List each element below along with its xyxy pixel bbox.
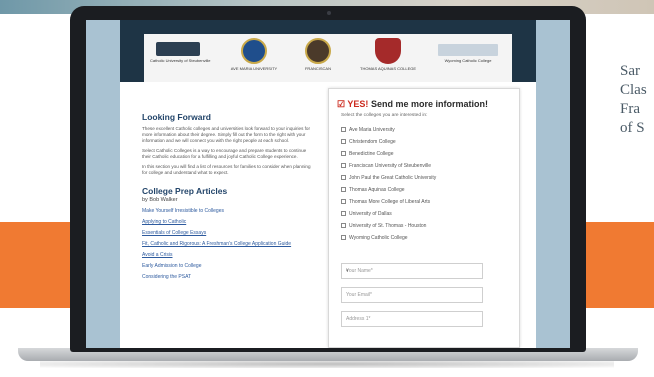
side-text-line: Clas [620, 82, 647, 98]
address-field-placeholder: Address 1* [346, 316, 371, 322]
email-field[interactable]: Your Email* [341, 287, 483, 303]
college-option-label: Franciscan University of Steubenville [349, 163, 431, 169]
college-option-label: University of St. Thomas - Houston [349, 223, 427, 229]
college-option-label: Christendom College [349, 139, 396, 145]
section-heading: Looking Forward [142, 112, 211, 122]
info-request-form: ☑ YES! Send me more information! Select … [328, 88, 520, 348]
checkbox[interactable] [341, 163, 346, 169]
intro-paragraph: These excellent Catholic colleges and un… [142, 126, 311, 143]
article-link[interactable]: Early Admission to College [142, 263, 314, 269]
website-page: Catholic University of Steubenville AVE … [120, 20, 536, 348]
articles-heading: College Prep Articles [142, 186, 228, 196]
crest-icon [156, 42, 200, 56]
college-logo-banner: Catholic University of Steubenville AVE … [120, 20, 536, 82]
college-option-label: John Paul the Great Catholic University [349, 175, 437, 181]
college-option-label: Benedictine College [349, 151, 394, 157]
article-link[interactable]: Applying to Catholic [142, 219, 314, 225]
dropdown-arrow-icon: ▾ [346, 268, 349, 274]
form-title-text: Send me more information! [368, 99, 488, 109]
logo-ave-maria[interactable]: AVE MARIA UNIVERSITY [228, 38, 280, 82]
side-text: Sar Clas Fra of S [620, 62, 647, 138]
left-column: Looking Forward These excellent Catholic… [142, 112, 314, 280]
college-option[interactable]: John Paul the Great Catholic University [341, 175, 436, 181]
intro-paragraph: Select Catholic Colleges is a way to enc… [142, 148, 307, 159]
form-subtitle: Select the colleges you are interested i… [341, 113, 428, 118]
article-link[interactable]: Avoid a Crisis [142, 252, 314, 258]
laptop-shadow [40, 360, 614, 368]
side-text-line: Fra [620, 101, 640, 117]
college-option[interactable]: Ave Maria University [341, 127, 395, 133]
crest-icon [438, 44, 498, 56]
email-field-placeholder: Your Email* [346, 292, 372, 298]
college-option[interactable]: Thomas More College of Liberal Arts [341, 199, 430, 205]
seal-icon [241, 38, 267, 64]
college-option-label: Thomas More College of Liberal Arts [349, 199, 431, 205]
laptop-screen: Catholic University of Steubenville AVE … [86, 20, 570, 348]
seal-icon [305, 38, 331, 64]
college-option-label: Ave Maria University [349, 127, 395, 133]
college-option[interactable]: University of Dallas [341, 211, 392, 217]
address-field[interactable]: Address 1* [341, 311, 483, 327]
college-option[interactable]: University of St. Thomas - Houston [341, 223, 426, 229]
logo-franciscan[interactable]: FRANCISCAN [296, 38, 340, 82]
logo-thomas-aquinas[interactable]: THOMAS AQUINAS COLLEGE [360, 38, 416, 82]
checkbox[interactable] [341, 223, 346, 229]
college-option-label: University of Dallas [349, 211, 392, 217]
college-option[interactable]: Thomas Aquinas College [341, 187, 405, 193]
college-option[interactable]: Franciscan University of Steubenville [341, 163, 431, 169]
checkbox[interactable] [341, 211, 346, 217]
logo-strip: Catholic University of Steubenville AVE … [144, 34, 512, 82]
article-link[interactable]: Fit, Catholic and Rigorous: A Freshman's… [142, 241, 314, 247]
college-option[interactable]: Wyoming Catholic College [341, 235, 408, 241]
article-link[interactable]: Essentials of College Essays [142, 230, 314, 236]
intro-paragraph: In this section you will find a list of … [142, 164, 311, 175]
laptop-lid: Catholic University of Steubenville AVE … [70, 6, 586, 352]
name-field[interactable]: Your Name* ▾ [341, 263, 483, 279]
logo-steubenville[interactable]: Catholic University of Steubenville [150, 38, 210, 82]
article-link[interactable]: Considering the PSAT [142, 274, 314, 280]
article-link[interactable]: Make Yourself Irresistible to Colleges [142, 208, 314, 214]
college-option[interactable]: Benedictine College [341, 151, 393, 157]
checkbox[interactable] [341, 151, 346, 157]
checkbox[interactable] [341, 175, 346, 181]
form-title: ☑ YES! Send me more information! [337, 99, 488, 110]
form-title-yes: YES! [347, 99, 369, 109]
checkbox[interactable] [341, 139, 346, 145]
logo-wyoming[interactable]: Wyoming Catholic College [432, 38, 504, 82]
checkbox[interactable] [341, 127, 346, 133]
checkbox[interactable] [341, 187, 346, 193]
side-text-line: of S [620, 120, 645, 136]
checkbox[interactable] [341, 235, 346, 241]
side-text-line: Sar [620, 63, 640, 79]
shield-icon [375, 38, 401, 64]
college-option-label: Wyoming Catholic College [349, 235, 408, 241]
camera-icon [327, 11, 331, 15]
college-option-label: Thomas Aquinas College [349, 187, 405, 193]
articles-byline: by Bob Walker [142, 197, 178, 203]
checkbox-icon: ☑ [337, 99, 346, 109]
college-option[interactable]: Christendom College [341, 139, 396, 145]
checkbox[interactable] [341, 199, 346, 205]
